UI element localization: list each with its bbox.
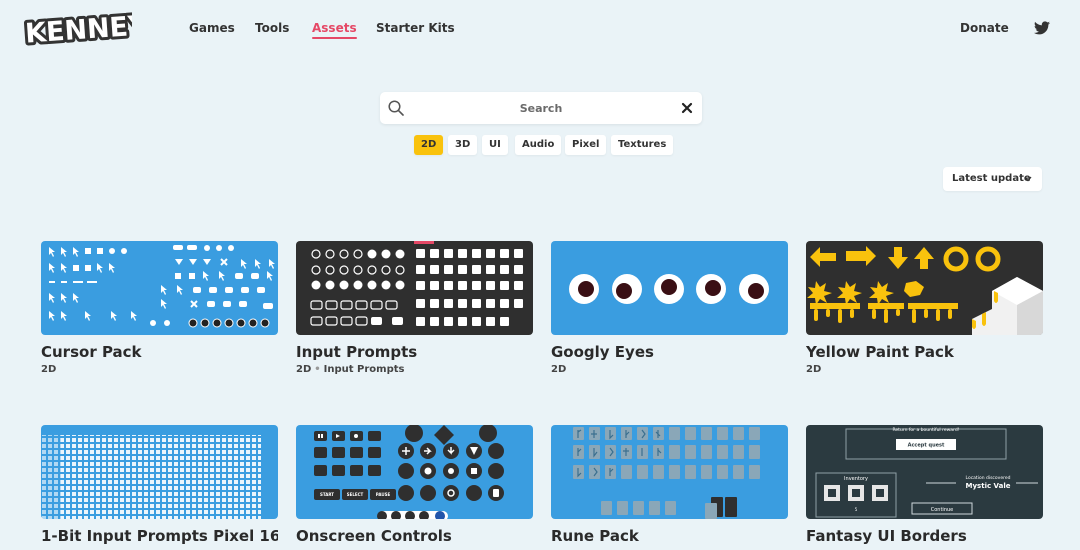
donate-link[interactable]: Donate bbox=[960, 21, 1009, 35]
onscreen-controls-preview: START SELECT PAUSE bbox=[296, 425, 533, 519]
tag-separator: • bbox=[314, 364, 321, 375]
svg-text:Inventory: Inventory bbox=[844, 476, 868, 482]
asset-card-fantasy-ui-borders[interactable]: Return for a bountiful reward! Accept qu… bbox=[806, 425, 1043, 545]
search-input[interactable] bbox=[410, 92, 672, 124]
filter-textures[interactable]: Textures bbox=[611, 135, 674, 155]
filter-audio[interactable]: Audio bbox=[515, 135, 562, 155]
rune-pack-preview bbox=[551, 425, 788, 519]
asset-title[interactable]: Yellow Paint Pack bbox=[806, 343, 1043, 361]
asset-title[interactable]: Fantasy UI Borders bbox=[806, 527, 1043, 545]
asset-title[interactable]: Onscreen Controls bbox=[296, 527, 533, 545]
sort-selected: Latest update bbox=[952, 173, 1031, 184]
asset-tags: 2D bbox=[806, 364, 1043, 375]
sort-dropdown[interactable]: Latest update bbox=[943, 167, 1042, 191]
asset-tags: 2D bbox=[41, 364, 278, 375]
fantasy-ui-preview: Return for a bountiful reward! Accept qu… bbox=[806, 425, 1043, 519]
asset-thumbnail[interactable] bbox=[296, 241, 533, 335]
asset-card-cursor-pack[interactable]: Cursor Pack 2D bbox=[41, 241, 278, 375]
asset-tag[interactable]: Input Prompts bbox=[324, 364, 405, 375]
close-icon[interactable] bbox=[680, 101, 694, 115]
search-bar bbox=[380, 92, 702, 124]
svg-text:Accept quest: Accept quest bbox=[908, 443, 945, 449]
yellow-paint-preview bbox=[806, 241, 1043, 335]
asset-thumbnail[interactable] bbox=[41, 241, 278, 335]
svg-text:PAUSE: PAUSE bbox=[376, 492, 391, 497]
asset-title[interactable]: Cursor Pack bbox=[41, 343, 278, 361]
svg-text:Continue: Continue bbox=[931, 507, 953, 513]
googly-eyes-preview bbox=[551, 241, 788, 335]
asset-thumbnail[interactable]: START SELECT PAUSE bbox=[296, 425, 533, 519]
filter-ui[interactable]: UI bbox=[482, 135, 508, 155]
asset-title[interactable]: Rune Pack bbox=[551, 527, 788, 545]
asset-thumbnail[interactable]: Return for a bountiful reward! Accept qu… bbox=[806, 425, 1043, 519]
svg-text:Location discovered: Location discovered bbox=[966, 475, 1011, 481]
asset-card-googly-eyes[interactable]: Googly Eyes 2D bbox=[551, 241, 788, 375]
asset-tag[interactable]: 2D bbox=[296, 364, 311, 375]
1bit-prompts-preview bbox=[41, 425, 278, 519]
asset-card-yellow-paint-pack[interactable]: Yellow Paint Pack 2D bbox=[806, 241, 1043, 375]
svg-text:Mystic Vale: Mystic Vale bbox=[966, 482, 1011, 490]
asset-card-onscreen-controls[interactable]: START SELECT PAUSE Onscreen Controls bbox=[296, 425, 533, 545]
nav-games[interactable]: Games bbox=[189, 21, 235, 35]
input-prompts-preview bbox=[296, 241, 533, 335]
asset-title[interactable]: Input Prompts bbox=[296, 343, 533, 361]
svg-text:SELECT: SELECT bbox=[347, 492, 364, 497]
svg-text:KENNEY: KENNEY bbox=[24, 10, 132, 49]
filter-pixel[interactable]: Pixel bbox=[565, 135, 607, 155]
asset-tag[interactable]: 2D bbox=[551, 364, 566, 375]
asset-thumbnail[interactable] bbox=[806, 241, 1043, 335]
cursor-pack-preview bbox=[41, 241, 278, 335]
filter-3d[interactable]: 3D bbox=[448, 135, 478, 155]
asset-card-input-prompts[interactable]: Input Prompts 2D • Input Prompts bbox=[296, 241, 533, 375]
search-icon bbox=[388, 100, 404, 116]
nav-assets[interactable]: Assets bbox=[312, 21, 357, 39]
asset-tag[interactable]: 2D bbox=[41, 364, 56, 375]
nav-tools[interactable]: Tools bbox=[255, 21, 289, 35]
asset-thumbnail[interactable] bbox=[551, 425, 788, 519]
asset-thumbnail[interactable] bbox=[41, 425, 278, 519]
asset-title[interactable]: Googly Eyes bbox=[551, 343, 788, 361]
nav-starter-kits[interactable]: Starter Kits bbox=[376, 21, 455, 35]
asset-title[interactable]: 1-Bit Input Prompts Pixel 16× bbox=[41, 527, 278, 545]
asset-thumbnail[interactable] bbox=[551, 241, 788, 335]
svg-text:Return for a bountiful reward!: Return for a bountiful reward! bbox=[892, 427, 959, 433]
svg-text:5: 5 bbox=[855, 507, 858, 512]
asset-card-rune-pack[interactable]: Rune Pack bbox=[551, 425, 788, 545]
asset-card-1bit-input-prompts[interactable]: 1-Bit Input Prompts Pixel 16× bbox=[41, 425, 278, 545]
asset-tags: 2D bbox=[551, 364, 788, 375]
twitter-icon[interactable] bbox=[1034, 21, 1050, 35]
asset-tags: 2D • Input Prompts bbox=[296, 364, 533, 375]
asset-tag[interactable]: 2D bbox=[806, 364, 821, 375]
kenney-logo[interactable]: KENNEY KENNEY bbox=[22, 9, 132, 49]
chevron-down-icon bbox=[1024, 176, 1032, 182]
svg-text:START: START bbox=[320, 492, 334, 497]
filter-2d[interactable]: 2D bbox=[414, 135, 444, 155]
